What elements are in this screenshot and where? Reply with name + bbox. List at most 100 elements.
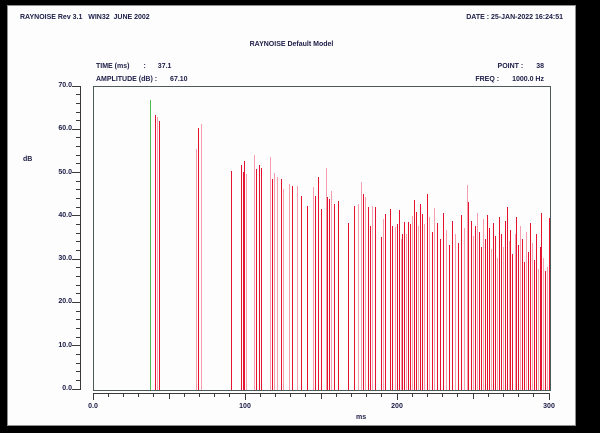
reflection-spike	[471, 221, 472, 390]
y-axis-tick-label: 70.0	[32, 82, 72, 90]
reflection-spike	[458, 243, 459, 390]
y-axis-minor-tick	[76, 120, 80, 121]
reflection-spike	[321, 209, 322, 390]
x-axis-minor-tick	[169, 394, 170, 399]
x-axis-minor-tick	[503, 394, 504, 397]
y-axis-minor-tick	[76, 207, 80, 208]
reflection-spike	[434, 208, 435, 390]
y-axis-major-tick	[72, 86, 80, 87]
reflection-spike	[418, 226, 419, 391]
y-axis-major-tick	[72, 172, 80, 173]
freq-value: 1000.0 Hz	[512, 76, 544, 83]
plot-area[interactable]	[93, 86, 551, 391]
x-axis-minor-tick	[336, 394, 337, 397]
reflection-spike	[334, 204, 335, 390]
reflection-spike	[274, 173, 275, 390]
reflection-spike	[315, 196, 316, 390]
x-axis-tick-label: 100	[230, 403, 260, 411]
reflection-spike	[481, 247, 482, 390]
amplitude-label: AMPLITUDE (dB) :	[96, 76, 157, 83]
y-axis-tick-label: 30.0	[32, 255, 72, 263]
reflection-spike	[443, 213, 444, 391]
plot-page: RAYNOISE Rev 3.1 WIN32 JUNE 2002 DATE : …	[7, 5, 576, 426]
reflection-spike	[440, 239, 441, 391]
x-axis-minor-tick	[260, 394, 261, 397]
reflection-spike	[261, 168, 262, 391]
y-axis-minor-tick	[76, 112, 80, 113]
y-axis-tick-label: 50.0	[32, 169, 72, 177]
y-axis-minor-tick	[76, 198, 80, 199]
y-axis-minor-tick	[76, 137, 80, 138]
reflection-spike	[289, 184, 290, 390]
reflection-spike	[401, 239, 402, 390]
x-axis-minor-tick	[442, 394, 443, 397]
reflection-spike	[368, 207, 369, 390]
reflection-spike	[313, 187, 314, 390]
reflection-spike	[292, 186, 293, 390]
x-axis-ruler	[93, 393, 550, 394]
reflection-spike	[536, 234, 537, 390]
reflection-spike	[348, 223, 349, 391]
reflection-spike	[545, 271, 546, 390]
y-axis-minor-tick	[76, 233, 80, 234]
y-axis-tick-label: 10.0	[32, 342, 72, 350]
reflection-spike	[455, 234, 456, 390]
reflection-spike	[510, 230, 511, 390]
reflection-spike	[277, 177, 278, 390]
reflection-spike	[198, 128, 199, 390]
y-axis-minor-tick	[76, 276, 80, 277]
y-axis-tick-label: 20.0	[32, 298, 72, 306]
x-axis-minor-tick	[412, 394, 413, 397]
x-axis-minor-tick	[229, 394, 230, 397]
x-axis-minor-tick	[427, 394, 428, 397]
x-axis-tick-label: 200	[382, 403, 412, 411]
reflection-spike	[283, 189, 284, 390]
x-axis-minor-tick	[108, 394, 109, 397]
reflection-spike	[414, 200, 415, 390]
reflection-spike	[385, 214, 386, 390]
reflection-spike	[427, 194, 428, 390]
app-version-label: RAYNOISE Rev 3.1 WIN32 JUNE 2002	[20, 14, 150, 22]
y-axis-tick-label: 60.0	[32, 125, 72, 133]
reflection-spike	[395, 227, 396, 390]
reflection-spike	[530, 223, 531, 390]
point-readout: POINT :38	[498, 63, 544, 71]
x-axis-major-tick	[245, 394, 246, 400]
reflection-spike	[254, 155, 255, 390]
x-axis-major-tick	[93, 394, 94, 400]
reflection-spike	[491, 249, 492, 390]
y-axis-tick-label: 40.0	[32, 212, 72, 220]
time-separator: :	[129, 63, 157, 71]
direct-sound-spike	[150, 100, 151, 390]
y-axis-major-tick	[72, 259, 80, 260]
reflection-spike	[390, 209, 391, 390]
y-axis-minor-tick	[76, 380, 80, 381]
y-axis-minor-tick	[76, 155, 80, 156]
reflection-spike	[515, 234, 516, 390]
reflection-spike	[516, 217, 517, 390]
reflection-spike	[412, 216, 413, 390]
reflection-spike	[446, 230, 447, 390]
x-axis-minor-tick	[153, 394, 154, 397]
amplitude-readout: AMPLITUDE (dB) :67.10	[96, 76, 188, 84]
x-axis-minor-tick	[473, 394, 474, 399]
reflection-spike	[541, 213, 542, 391]
y-axis-tick-label: 0.0	[32, 385, 72, 393]
reflection-spike	[499, 217, 500, 390]
reflection-spike	[449, 245, 450, 390]
reflection-spike	[526, 232, 527, 390]
y-axis-minor-tick	[76, 163, 80, 164]
screen: { "header": { "app_version": "RAYNOISE R…	[0, 0, 600, 433]
y-axis-minor-tick	[76, 181, 80, 182]
reflection-spike	[424, 224, 425, 390]
reflection-spike	[549, 218, 550, 390]
reflection-spike	[338, 201, 339, 390]
x-axis-minor-tick	[518, 394, 519, 397]
reflection-spike	[307, 206, 308, 390]
reflection-spike	[402, 234, 403, 390]
reflection-spike	[281, 179, 282, 390]
reflection-spike	[372, 206, 373, 390]
reflection-spike	[270, 157, 271, 390]
y-axis-minor-tick	[76, 363, 80, 364]
x-axis-unit-label: ms	[356, 414, 366, 422]
